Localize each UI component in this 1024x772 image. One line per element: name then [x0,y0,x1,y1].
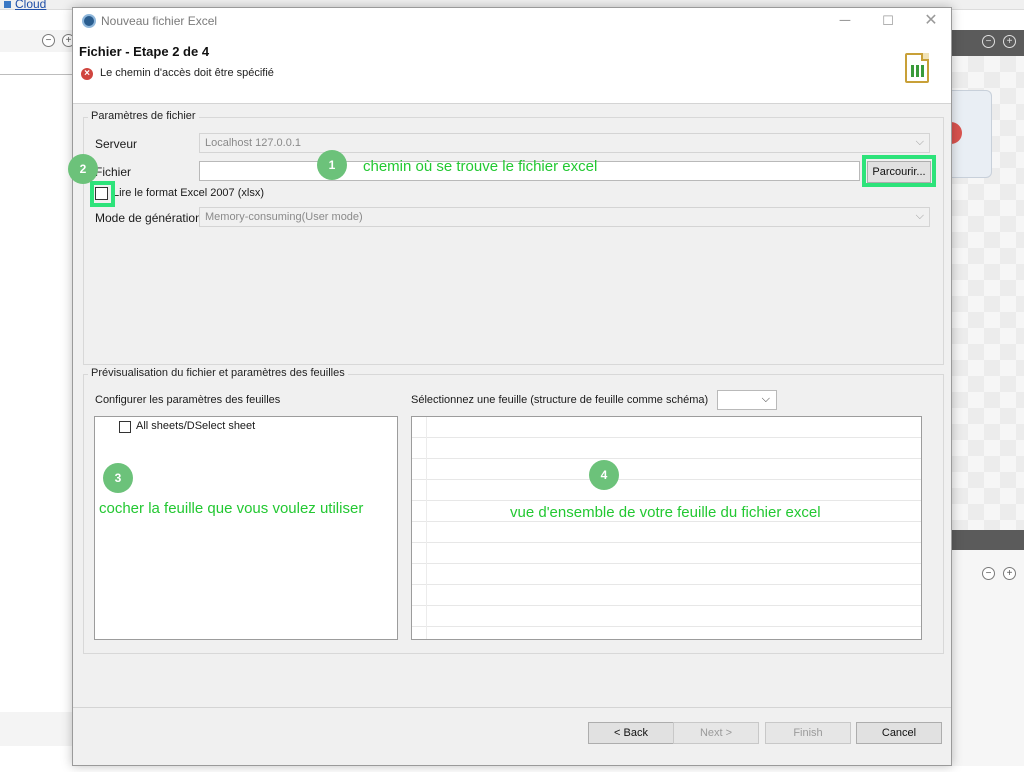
left-lower-toolbar [0,712,72,746]
annotation-text-4: vue d'ensemble de votre feuille du fichi… [510,504,821,521]
annotation-text-3: cocher la feuille que vous voulez utilis… [99,500,364,517]
annotation-text-1: chemin où se trouve le fichier excel [363,158,598,175]
annotation-badge-2: 2 [68,154,98,184]
minimize-icon[interactable]: − [982,567,995,580]
minimize-icon[interactable]: − [42,34,55,47]
back-button[interactable]: < Back [588,722,674,744]
right-lower-panel [952,550,1024,766]
cloud-link-label: Cloud [15,0,47,11]
generation-mode-label: Mode de génération [95,211,202,225]
right-lower-header [952,530,1024,550]
next-button[interactable]: Next > [673,722,759,744]
server-label: Serveur [95,137,138,151]
button-bar-divider [73,707,951,708]
sheet-select[interactable]: ⌵ [717,390,777,410]
new-excel-file-dialog: Nouveau fichier Excel ─ ☐ ✕ Fichier - Et… [72,7,952,766]
sheet-preview-table[interactable] [411,416,922,640]
file-settings-label: Paramètres de fichier [88,110,199,122]
cloud-icon [4,1,11,8]
chevron-down-icon: ⌵ [761,393,770,405]
file-settings-group [83,117,944,365]
minimize-icon[interactable]: − [982,35,995,48]
maximize-button[interactable]: ☐ [868,10,908,32]
server-select[interactable]: Localhost 127.0.0.1 ⌵ [199,133,930,153]
generation-mode-value: Memory-consuming(User mode) [205,211,363,223]
error-message: Le chemin d'accès doit être spécifié [100,67,274,79]
xlsx-checkbox-label: Lire le format Excel 2007 (xlsx) [113,187,264,199]
cloud-link[interactable]: Cloud [4,0,46,11]
finish-button[interactable]: Finish [765,722,851,744]
sheets-config-label: Configurer les paramètres des feuilles [95,394,281,406]
cancel-button[interactable]: Cancel [856,722,942,744]
error-icon: × [81,68,93,80]
wizard-header: Fichier - Etape 2 de 4 × Le chemin d'acc… [73,34,951,104]
browse-highlight [862,155,936,187]
annotation-badge-4: 4 [589,460,619,490]
select-sheet-label: Sélectionnez une feuille (structure de f… [411,394,709,406]
dialog-titlebar: Nouveau fichier Excel ─ ☐ ✕ [73,8,951,34]
generation-mode-select[interactable]: Memory-consuming(User mode) ⌵ [199,207,930,227]
maximize-icon[interactable]: + [1003,35,1016,48]
file-label: Fichier [95,165,132,179]
preview-grid-column [426,417,427,639]
excel-file-icon [905,53,929,83]
all-sheets-label: All sheets/DSelect sheet [136,420,256,432]
annotation-badge-1: 1 [317,150,347,180]
preview-group-label: Prévisualisation du fichier et paramètre… [88,367,348,379]
left-panel-divider [0,74,72,75]
annotation-badge-3: 3 [103,463,133,493]
wizard-title: Fichier - Etape 2 de 4 [79,44,210,59]
sheets-tree[interactable]: All sheets/DSelect sheet [94,416,398,640]
xlsx-checkbox-highlight [90,181,115,207]
close-button[interactable]: ✕ [911,10,951,32]
app-icon [82,14,96,28]
preview-grid [412,417,921,639]
window-title: Nouveau fichier Excel [101,14,218,28]
chevron-down-icon: ⌵ [915,136,924,148]
minimize-button[interactable]: ─ [825,10,865,32]
chevron-down-icon: ⌵ [915,210,924,222]
maximize-icon[interactable]: + [1003,567,1016,580]
server-value: Localhost 127.0.0.1 [205,137,302,149]
all-sheets-checkbox[interactable] [119,421,131,433]
